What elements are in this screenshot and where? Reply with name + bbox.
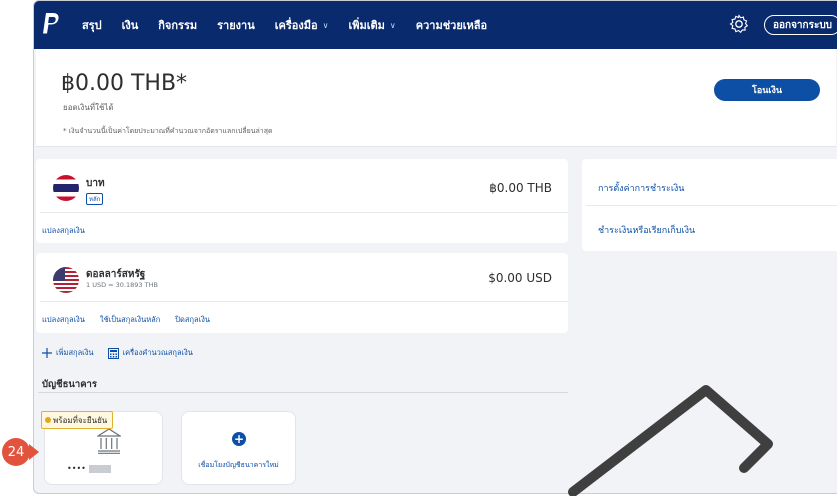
nav-item-5[interactable]: เพิ่มเติม ∨ [348, 16, 395, 34]
bank-number-prefix: •••• [67, 464, 86, 473]
divider [38, 392, 568, 393]
nav-item-label: ความช่วยเหลือ [415, 19, 488, 32]
nav-item-4[interactable]: เครื่องมือ ∨ [275, 16, 329, 34]
nav-item-label: เงิน [121, 19, 139, 32]
pending-verification-badge: พร้อมที่จะยืนยัน [41, 411, 114, 429]
nav-item-3[interactable]: รายงาน [217, 16, 255, 34]
plus-icon [42, 348, 52, 358]
add-currency-button[interactable]: เพิ่มสกุลเงิน [42, 347, 94, 359]
bank-account-number: •••• [67, 464, 111, 473]
divider [586, 205, 837, 206]
step-number: 24 [2, 438, 30, 466]
divider [40, 301, 568, 302]
nav-item-label: รายงาน [217, 19, 255, 32]
payment-settings-card: การตั้งค่าการชำระเงิน ชำระเงินหรือเรียกเ… [582, 159, 837, 251]
primary-badge: หลัก [86, 193, 104, 205]
pending-label: พร้อมที่จะยืนยัน [53, 415, 108, 425]
balance-amount: ฿0.00 THB* [61, 71, 188, 96]
calculator-icon [107, 347, 119, 359]
currency-amount: $0.00 USD [488, 271, 552, 285]
nav-menu: สรุป เงิน กิจกรรม รายงาน เครื่องมือ ∨ เพิ่มเติ… [82, 1, 507, 49]
nav-item-label: เพิ่มเติม [348, 19, 385, 32]
currency-card-usd: ดอลลาร์สหรัฐ 1 USD = 30.1893 THB $0.00 U… [36, 253, 568, 333]
currency-actions: แปลงสกุลเงิน ใช้เป็นสกุลเงินหลัก ปิดสกุล… [42, 314, 225, 326]
nav-item-label: เครื่องมือ [274, 19, 318, 32]
thailand-flag-icon [53, 175, 79, 201]
paypal-logo[interactable] [42, 12, 60, 34]
bank-accounts-title: บัญชีธนาคาร [42, 379, 97, 390]
currency-actions: แปลงสกุลเงิน [42, 225, 100, 237]
currency-card-thb: บาท หลัก ฿0.00 THB แปลงสกุลเงิน [36, 159, 568, 243]
warning-dot-icon [45, 417, 51, 423]
currency-calculator-label: เครื่องคำนวณสกุลเงิน [122, 348, 193, 357]
transfer-money-button[interactable]: โอนเงิน [714, 79, 820, 101]
link-new-bank-label: เชื่อมโยงบัญชีธนาคารใหม่ [198, 461, 279, 469]
gear-icon[interactable] [729, 14, 749, 34]
currency-calculator-button[interactable]: เครื่องคำนวณสกุลเงิน [107, 347, 193, 359]
bank-icon [97, 428, 121, 454]
pay-or-request-link[interactable]: ชำระเงินหรือเรียกเก็บเงิน [598, 223, 695, 237]
nav-item-0[interactable]: สรุป [82, 16, 102, 34]
currency-name: ดอลลาร์สหรัฐ [86, 269, 146, 280]
convert-currency-link[interactable]: แปลงสกุลเงิน [42, 314, 85, 326]
logout-button[interactable]: ออกจากระบบ [764, 15, 837, 35]
app-window: สรุป เงิน กิจกรรม รายงาน เครื่องมือ ∨ เพิ่มเติ… [33, 0, 837, 494]
chevron-down-icon: ∨ [322, 20, 329, 30]
masked-number [88, 464, 111, 473]
currency-name: บาท [86, 178, 105, 189]
chevron-down-icon: ∨ [389, 20, 396, 30]
step-marker: 24 [2, 438, 39, 466]
set-primary-currency-link[interactable]: ใช้เป็นสกุลเงินหลัก [100, 314, 160, 326]
nav-item-label: กิจกรรม [158, 19, 198, 32]
currency-amount: ฿0.00 THB [489, 181, 552, 195]
add-circle-icon: + [232, 432, 246, 446]
exchange-rate-note: * เงินจำนวนนี้เป็นค่าโดยประมาณที่คำนวณจา… [63, 127, 273, 135]
convert-currency-link[interactable]: แปลงสกุลเงิน [42, 225, 85, 237]
link-new-bank-card[interactable]: + เชื่อมโยงบัญชีธนาคารใหม่ [181, 411, 296, 485]
balance-card: ฿0.00 THB* ยอดเงินที่ใช้ได้ * เงินจำนวนน… [36, 49, 836, 147]
nav-item-label: สรุป [82, 19, 102, 32]
divider [40, 212, 568, 213]
add-currency-label: เพิ่มสกุลเงิน [56, 348, 94, 357]
currency-tools: เพิ่มสกุลเงิน เครื่องคำนวณสกุลเงิน [42, 347, 207, 359]
nav-item-2[interactable]: กิจกรรม [158, 16, 197, 34]
exchange-rate: 1 USD = 30.1893 THB [86, 281, 158, 289]
close-currency-link[interactable]: ปิดสกุลเงิน [175, 314, 210, 326]
payment-settings-link[interactable]: การตั้งค่าการชำระเงิน [598, 181, 684, 195]
us-flag-icon [53, 267, 79, 293]
top-navigation: สรุป เงิน กิจกรรม รายงาน เครื่องมือ ∨ เพิ่มเติ… [34, 1, 837, 49]
nav-item-6[interactable]: ความช่วยเหลือ [416, 16, 487, 34]
arrow-right-icon [29, 444, 39, 460]
nav-item-1[interactable]: เงิน [122, 16, 139, 34]
available-balance-label: ยอดเงินที่ใช้ได้ [63, 103, 114, 112]
